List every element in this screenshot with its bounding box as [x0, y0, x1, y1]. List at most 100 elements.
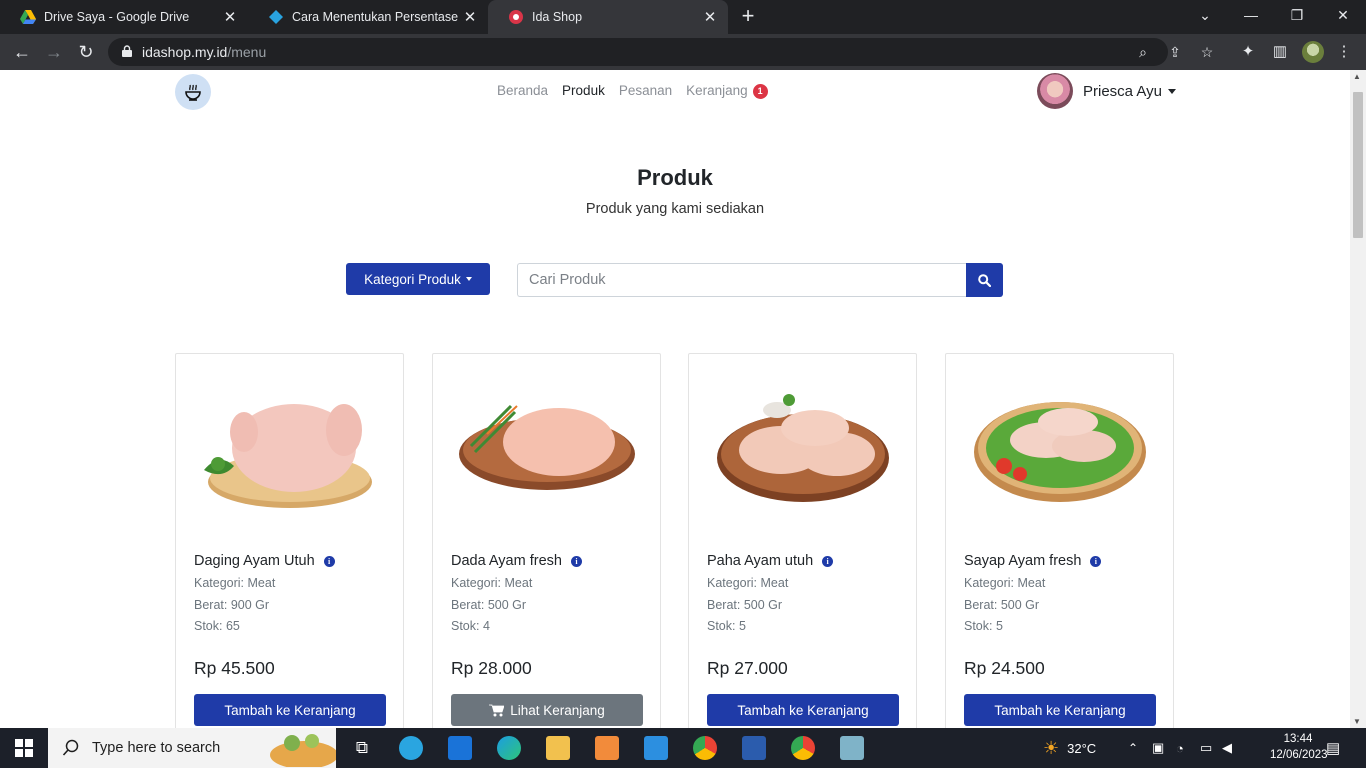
windows-taskbar: Type here to search ⧉ ☀ 32°C ⌃ ▣ ◔ ▭ ◀ 1… [0, 728, 1366, 768]
chrome-icon[interactable] [693, 736, 717, 760]
scroll-down-arrow-icon[interactable]: ▼ [1353, 717, 1361, 726]
battery-icon[interactable]: ▭ [1200, 728, 1212, 768]
vscode-icon[interactable] [644, 736, 668, 760]
product-weight: Berat: 500 Gr [707, 598, 783, 612]
forward-arrow-icon[interactable]: → [42, 40, 66, 64]
tab-title: Drive Saya - Google Drive [44, 10, 190, 24]
tray-chevron-up-icon[interactable]: ⌃ [1128, 728, 1138, 768]
edge-icon[interactable] [497, 736, 521, 760]
shop-logo-bowl-icon[interactable] [175, 74, 211, 110]
product-card: Daging Ayam Utuh i Kategori: Meat Berat: … [175, 353, 404, 728]
address-bar[interactable]: idashop.my.id/menu ⌕ ⇪ ☆ [108, 38, 1213, 66]
product-stock: Stok: 5 [707, 619, 746, 633]
chrome-menu-icon[interactable]: ⋮ [1334, 42, 1354, 62]
user-name: Priesca Ayu [1083, 82, 1162, 100]
volume-icon[interactable]: ◀ [1222, 728, 1232, 768]
tab-title: Cara Menentukan Persentase dar [292, 10, 460, 24]
wifi-icon[interactable]: ◔ [1176, 728, 1184, 768]
zoom-icon[interactable]: ⌕ [1134, 43, 1152, 61]
info-icon[interactable]: i [570, 555, 582, 567]
search-icon [62, 739, 79, 756]
tab-close-icon[interactable]: ✕ [700, 8, 720, 26]
product-stock: Stok: 65 [194, 619, 240, 633]
info-icon[interactable]: i [323, 555, 335, 567]
weather-widget[interactable]: ☀ 32°C [1043, 728, 1096, 768]
add-to-cart-button[interactable]: Tambah ke Keranjang [194, 694, 386, 726]
taskbar-clock[interactable]: 13:44 12/06/2023 [1270, 731, 1328, 763]
info-icon[interactable]: i [1090, 555, 1102, 567]
side-panel-icon[interactable]: ▥ [1270, 42, 1290, 62]
ida-shop-icon [508, 9, 524, 25]
google-drive-icon [20, 9, 36, 25]
tab-close-icon[interactable]: ✕ [460, 8, 480, 26]
chrome-profile-avatar[interactable] [1302, 41, 1324, 63]
taskbar-search-box[interactable]: Type here to search [48, 728, 336, 768]
product-name: Paha Ayam utuh i [707, 553, 834, 569]
back-arrow-icon[interactable]: ← [10, 40, 34, 64]
window-close-icon[interactable]: ✕ [1320, 0, 1366, 32]
browser-toolbar: ← → ↻ idashop.my.id/menu ⌕ ⇪ ☆ ✦ ▥ ⋮ [0, 34, 1366, 70]
user-avatar [1037, 73, 1073, 109]
url-text: idashop.my.id/menu [142, 44, 266, 60]
button-label: Tambah ke Keranjang [994, 702, 1126, 718]
add-to-cart-button[interactable]: Tambah ke Keranjang [964, 694, 1156, 726]
view-cart-button[interactable]: Lihat Keranjang [451, 694, 643, 726]
weather-temp: 32°C [1067, 740, 1097, 756]
info-icon[interactable]: i [822, 555, 834, 567]
user-menu[interactable]: Priesca Ayu [1037, 73, 1176, 109]
meet-now-icon[interactable]: ▣ [1152, 728, 1164, 768]
search-highlight-image [270, 734, 336, 767]
notification-icon[interactable]: ▤ [1326, 728, 1340, 768]
product-price: Rp 45.500 [194, 658, 275, 678]
product-search-input[interactable] [517, 263, 967, 297]
windows-start-icon[interactable] [0, 728, 48, 768]
product-price: Rp 28.000 [451, 658, 532, 678]
add-to-cart-button[interactable]: Tambah ke Keranjang [707, 694, 899, 726]
button-label: Tambah ke Keranjang [224, 702, 356, 718]
tab-google-drive[interactable]: Drive Saya - Google Drive ✕ [0, 0, 248, 34]
nav-keranjang[interactable]: Keranjang 1 [686, 83, 768, 99]
product-stock: Stok: 5 [964, 619, 1003, 633]
nav-beranda[interactable]: Beranda [497, 83, 548, 99]
xampp-icon[interactable] [595, 736, 619, 760]
nav-produk[interactable]: Produk [562, 83, 605, 99]
telegram-icon[interactable] [399, 736, 423, 760]
nav-pesanan[interactable]: Pesanan [619, 83, 672, 99]
product-card: Dada Ayam fresh i Kategori: Meat Berat: 5… [432, 353, 661, 728]
new-tab-plus-icon[interactable]: + [736, 4, 760, 28]
blue-diamond-icon [268, 9, 284, 25]
category-dropdown-button[interactable]: Kategori Produk [346, 263, 490, 295]
url-path: /menu [227, 44, 267, 60]
bookmark-star-icon[interactable]: ☆ [1198, 43, 1216, 61]
mail-icon[interactable] [448, 736, 472, 760]
tab-close-icon[interactable]: ✕ [220, 8, 240, 26]
page-scrollbar[interactable]: ▲ ▼ [1350, 70, 1366, 728]
button-label: Tambah ke Keranjang [737, 702, 869, 718]
minimize-icon[interactable]: — [1228, 0, 1274, 32]
product-category: Kategori: Meat [707, 576, 789, 590]
product-image-chicken-thigh [717, 394, 889, 502]
chevron-down-icon [1167, 88, 1176, 94]
word-icon[interactable] [742, 736, 766, 760]
restore-icon[interactable]: ❐ [1274, 0, 1320, 32]
app-icon[interactable] [840, 736, 864, 760]
scroll-up-arrow-icon[interactable]: ▲ [1353, 72, 1361, 81]
tab-search-chevron-icon[interactable]: ⌄ [1182, 0, 1228, 32]
file-explorer-icon[interactable] [546, 736, 570, 760]
product-price: Rp 24.500 [964, 658, 1045, 678]
product-category: Kategori: Meat [451, 576, 533, 590]
clock-time: 13:44 [1283, 733, 1313, 745]
lock-icon [122, 45, 132, 57]
scrollbar-thumb[interactable] [1353, 92, 1363, 238]
extensions-puzzle-icon[interactable]: ✦ [1238, 42, 1258, 62]
task-view-icon[interactable]: ⧉ [350, 736, 374, 760]
search-button[interactable] [966, 263, 1003, 297]
page-title: Produk [637, 165, 713, 190]
chrome-profile-icon[interactable] [791, 736, 815, 760]
share-icon[interactable]: ⇪ [1166, 43, 1184, 61]
product-card: Sayap Ayam fresh i Kategori: Meat Berat: … [945, 353, 1174, 728]
reload-icon[interactable]: ↻ [74, 40, 98, 64]
product-name-text: Sayap Ayam fresh [964, 553, 1082, 569]
tab-persentase[interactable]: Cara Menentukan Persentase dar ✕ [248, 0, 488, 34]
tab-ida-shop[interactable]: Ida Shop ✕ [488, 0, 728, 34]
